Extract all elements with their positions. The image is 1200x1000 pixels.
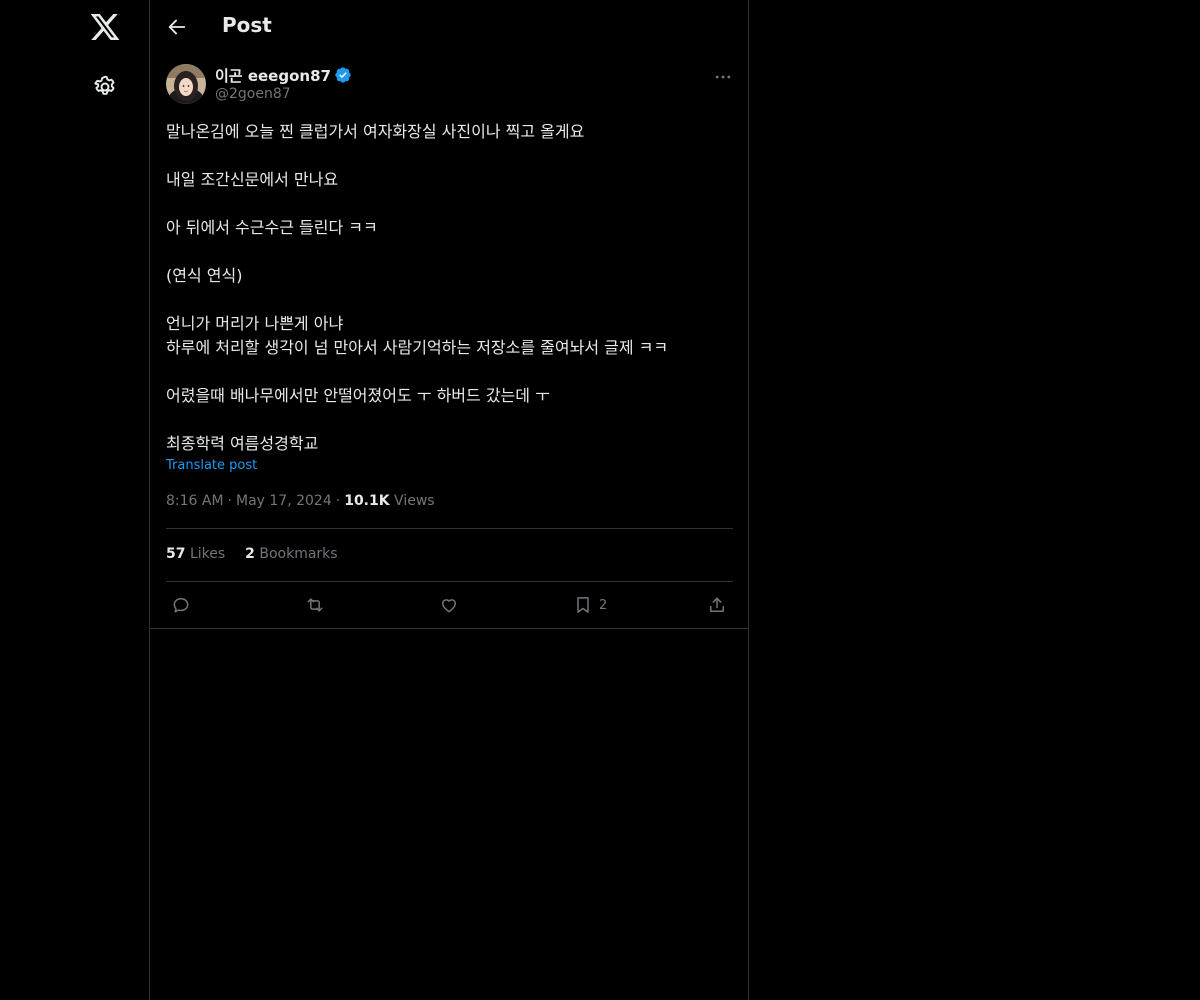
post-text-line: 최종학력 여름성경학교 (166, 434, 319, 453)
left-rail (0, 0, 150, 1000)
reply-button[interactable] (171, 594, 191, 616)
bookmarks-stat[interactable]: 2 Bookmarks (245, 546, 337, 562)
post-meta: 8:16 AM · May 17, 2024 · 10.1K Views (166, 493, 435, 509)
like-button[interactable] (439, 594, 459, 616)
top-bar: Post (150, 0, 748, 54)
bookmarks-label: Bookmarks (259, 546, 338, 562)
bookmark-icon (577, 597, 589, 613)
views-count: 10.1K (344, 493, 390, 509)
post-stats: 57 Likes 2 Bookmarks (166, 546, 358, 562)
divider (166, 528, 733, 529)
share-icon (710, 597, 724, 612)
post-text-line: 말나온김에 오늘 찐 클럽가서 여자화장실 사진이나 찍고 올게요 (166, 122, 585, 141)
post-date[interactable]: May 17, 2024 (236, 493, 332, 509)
post-text-line: 아 뒤에서 수근수근 들린다 ㅋㅋ (166, 218, 378, 237)
author-block: 이곤 eeegon87 @2goen87 (215, 65, 352, 102)
views-label: Views (394, 493, 435, 509)
post-text-line: 하루에 처리할 생각이 넘 만아서 사람기억하는 저장소를 줄여놔서 글제 ㅋㅋ (166, 338, 669, 357)
repost-button[interactable] (305, 594, 325, 616)
arrow-left-icon[interactable] (166, 16, 188, 38)
likes-label: Likes (189, 546, 226, 562)
verified-badge-icon (335, 67, 351, 83)
post-time[interactable]: 8:16 AM (166, 493, 224, 509)
author-name[interactable]: 이곤 eeegon87 (215, 65, 331, 86)
gear-icon[interactable] (92, 74, 118, 100)
author-name-row: 이곤 eeegon87 (215, 65, 352, 85)
likes-count: 57 (166, 546, 186, 562)
divider (150, 628, 748, 629)
bookmark-button[interactable]: 2 (573, 594, 607, 616)
post-text-line: 내일 조간신문에서 만나요 (166, 170, 339, 189)
share-button[interactable] (707, 594, 727, 616)
repost-icon (307, 598, 323, 612)
avatar[interactable] (166, 64, 206, 104)
heart-icon (442, 599, 456, 613)
reply-icon (173, 598, 189, 613)
x-logo-icon[interactable] (89, 11, 121, 43)
likes-stat[interactable]: 57 Likes (166, 546, 225, 562)
post-text-line: 언니가 머리가 나쁜게 아냐 (166, 314, 344, 333)
bookmark-action-count: 2 (599, 597, 608, 613)
more-horizontal-icon[interactable] (713, 67, 733, 87)
translate-post-link[interactable]: Translate post (166, 458, 257, 473)
page-title: Post (222, 13, 272, 37)
action-bar: 2 (166, 594, 733, 616)
bookmarks-count: 2 (245, 546, 255, 562)
post-text-line: (연식 연식) (166, 266, 243, 285)
post-column: Post 이곤 eeegon87 @2goen87 말나온김에 오늘 찐 클럽가… (149, 0, 749, 1000)
post-text-line: 어렸을때 배나무에서만 안떨어졌어도 ㅜ 하버드 갔는데 ㅜ (166, 386, 550, 405)
divider (166, 581, 733, 582)
post-body: 말나온김에 오늘 찐 클럽가서 여자화장실 사진이나 찍고 올게요 내일 조간신… (166, 120, 733, 456)
author-handle[interactable]: @2goen87 (215, 86, 352, 102)
